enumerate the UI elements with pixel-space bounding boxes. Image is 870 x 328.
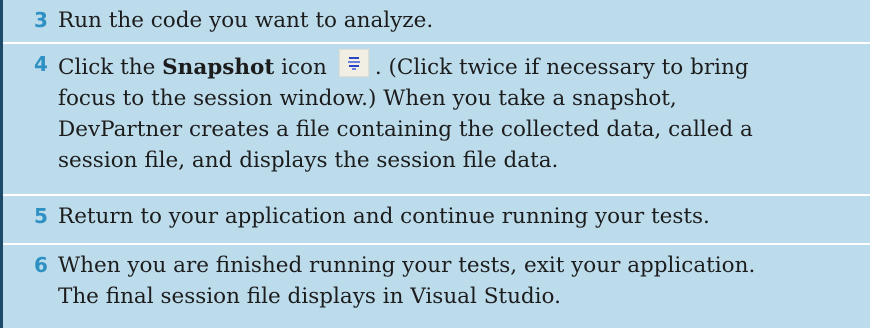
step-line: session file, and displays the session f… [58, 148, 559, 173]
step-text: Return to your application and continue … [58, 196, 850, 239]
snapshot-label: Snapshot [162, 55, 275, 80]
step-number: 3 [34, 8, 48, 32]
step-text-fragment: . (Click twice if necessary to bring [374, 55, 749, 80]
step-text-fragment: icon [274, 55, 327, 80]
step-line: Return to your application and continue … [58, 204, 710, 229]
step-number: 4 [34, 52, 48, 76]
step-text: Run the code you want to analyze. [58, 0, 850, 43]
step-3: 3 Run the code you want to analyze. [3, 0, 870, 44]
step-line: focus to the session window.) When you t… [58, 86, 677, 111]
step-text: Click the Snapshot icon . (Click twice i… [58, 44, 850, 183]
step-text: When you are finished running your tests… [58, 245, 850, 319]
step-line: DevPartner creates a file containing the… [58, 117, 753, 142]
step-line: The final session file displays in Visua… [58, 284, 561, 309]
step-5: 5 Return to your application and continu… [3, 196, 870, 245]
step-line: Run the code you want to analyze. [58, 8, 434, 33]
step-4: 4 Click the Snapshot icon . (Click twice… [3, 44, 870, 196]
snapshot-icon [338, 49, 369, 77]
step-text-fragment: Click the [58, 55, 163, 80]
step-line: When you are finished running your tests… [58, 253, 756, 278]
step-number: 6 [34, 253, 48, 277]
step-line: Click the Snapshot icon . (Click twice i… [58, 49, 850, 83]
procedure-steps: 3 Run the code you want to analyze. 4 Cl… [0, 0, 870, 328]
step-number: 5 [34, 204, 48, 228]
step-6: 6 When you are finished running your tes… [3, 245, 870, 328]
